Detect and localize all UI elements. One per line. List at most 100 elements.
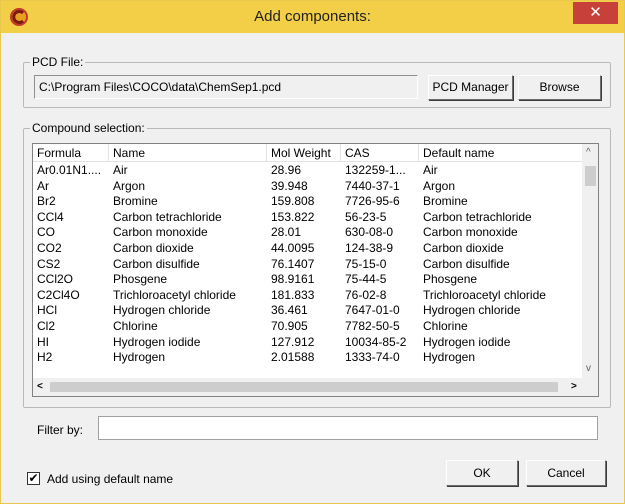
- cell-name: Carbon dioxide: [113, 240, 194, 255]
- title-bar[interactable]: Add components: ✕: [1, 1, 624, 33]
- pcd-file-label: PCD File:: [30, 55, 86, 69]
- cell-name: Hydrogen iodide: [113, 334, 201, 349]
- cancel-button[interactable]: Cancel: [526, 460, 606, 486]
- cell-formula: CO: [37, 225, 55, 240]
- cell-default-name: Carbon tetrachloride: [423, 209, 532, 224]
- scroll-left-icon[interactable]: <: [37, 381, 43, 392]
- column-header-name[interactable]: Name: [109, 144, 267, 162]
- add-default-name-label[interactable]: Add using default name: [47, 472, 173, 486]
- horizontal-scrollbar[interactable]: < >: [33, 378, 584, 396]
- vertical-scroll-thumb[interactable]: [585, 166, 596, 186]
- compound-selection-label: Compound selection:: [30, 121, 147, 135]
- pcd-manager-button[interactable]: PCD Manager: [428, 75, 513, 100]
- compound-row[interactable]: Br2 Bromine 159.808 7726-95-6 Bromine: [33, 194, 584, 210]
- compound-row[interactable]: HCl Hydrogen chloride 36.461 7647-01-0 Hydro…: [33, 303, 584, 319]
- cell-cas: 75-15-0: [345, 256, 387, 271]
- cell-cas: 75-44-5: [345, 272, 387, 287]
- cell-mol-weight: 159.808: [271, 194, 315, 209]
- add-default-name-checkbox[interactable]: ✔: [27, 472, 40, 485]
- vertical-scrollbar[interactable]: ^ v: [582, 144, 598, 380]
- cell-mol-weight: 39.948: [271, 178, 308, 193]
- cell-mol-weight: 2.01588: [271, 350, 315, 365]
- cell-formula: CCl2O: [37, 272, 74, 287]
- column-header-mol-weight[interactable]: Mol Weight: [267, 144, 341, 162]
- compound-selection-group: Compound selection: Formula Name Mol Wei…: [23, 121, 611, 408]
- compound-row[interactable]: CCl4 Carbon tetrachloride 153.822 56-23-5 Ca…: [33, 210, 584, 226]
- cell-default-name: Carbon monoxide: [423, 225, 518, 240]
- column-header-formula[interactable]: Formula: [33, 144, 109, 162]
- cell-formula: Br2: [37, 194, 56, 209]
- cell-formula: CCl4: [37, 209, 64, 224]
- cell-cas: 124-38-9: [345, 240, 394, 255]
- cell-default-name: Air: [423, 163, 438, 177]
- cell-mol-weight: 153.822: [271, 209, 315, 224]
- cell-default-name: Bromine: [423, 194, 468, 209]
- cell-name: Trichloroacetyl chloride: [113, 287, 236, 302]
- column-header-default-name[interactable]: Default name: [419, 144, 584, 162]
- cell-default-name: Hydrogen chloride: [423, 303, 521, 318]
- horizontal-scroll-thumb[interactable]: [50, 382, 558, 392]
- cell-cas: 76-02-8: [345, 287, 387, 302]
- cell-mol-weight: 36.461: [271, 303, 308, 318]
- cell-mol-weight: 181.833: [271, 287, 315, 302]
- cell-cas: 7647-01-0: [345, 303, 400, 318]
- compound-row[interactable]: CCl2O Phosgene 98.9161 75-44-5 Phosgene: [33, 272, 584, 288]
- add-components-dialog: Add components: ✕ PCD File: C:\Program F…: [0, 0, 625, 504]
- cell-cas: 630-08-0: [345, 225, 394, 240]
- pcd-file-group: PCD File: C:\Program Files\COCO\data\Che…: [23, 55, 611, 108]
- compound-row[interactable]: C2Cl4O Trichloroacetyl chloride 181.833 76-…: [33, 288, 584, 304]
- cell-mol-weight: 127.912: [271, 334, 315, 349]
- scrollbar-corner: [582, 378, 598, 396]
- close-button[interactable]: ✕: [573, 2, 618, 24]
- compound-row[interactable]: CO Carbon monoxide 28.01 630-08-0 Carbon mon…: [33, 225, 584, 241]
- cell-formula: Cl2: [37, 318, 56, 333]
- cell-mol-weight: 98.9161: [271, 272, 315, 287]
- cell-mol-weight: 76.1407: [271, 256, 315, 271]
- cell-name: Air: [113, 163, 128, 177]
- cell-name: Phosgene: [113, 272, 168, 287]
- compound-row[interactable]: HI Hydrogen iodide 127.912 10034-85-2 Hydrog…: [33, 335, 584, 351]
- ok-button[interactable]: OK: [446, 460, 518, 486]
- cell-cas: 7726-95-6: [345, 194, 400, 209]
- cell-cas: 1333-74-0: [345, 350, 400, 365]
- cell-cas: 7440-37-1: [345, 178, 400, 193]
- scroll-up-icon[interactable]: ^: [586, 147, 591, 158]
- cell-mol-weight: 28.96: [271, 163, 302, 177]
- compound-list-header: Formula Name Mol Weight CAS Default name: [33, 144, 584, 162]
- cell-default-name: Hydrogen iodide: [423, 334, 511, 349]
- cell-cas: 56-23-5: [345, 209, 387, 224]
- cell-name: Carbon disulfide: [113, 256, 200, 271]
- cell-default-name: Phosgene: [423, 272, 478, 287]
- compound-row[interactable]: Cl2 Chlorine 70.905 7782-50-5 Chlorine: [33, 319, 584, 335]
- pcd-path-field[interactable]: C:\Program Files\COCO\data\ChemSep1.pcd: [34, 75, 418, 99]
- column-header-cas[interactable]: CAS: [341, 144, 419, 162]
- cell-default-name: Trichloroacetyl chloride: [423, 287, 546, 302]
- compound-row[interactable]: CO2 Carbon dioxide 44.0095 124-38-9 Carbon d…: [33, 241, 584, 257]
- cell-cas: 10034-85-2: [345, 334, 407, 349]
- cell-formula: Ar0.01N1....: [37, 163, 102, 177]
- filter-label: Filter by:: [37, 423, 84, 437]
- cell-name: Argon: [113, 178, 146, 193]
- cell-name: Carbon tetrachloride: [113, 209, 222, 224]
- compound-row[interactable]: Ar0.01N1.... Air 28.96 132259-1... Air: [33, 163, 584, 179]
- filter-input[interactable]: [98, 416, 598, 440]
- cell-mol-weight: 70.905: [271, 318, 308, 333]
- compound-row[interactable]: H2 Hydrogen 2.01588 1333-74-0 Hydrogen: [33, 350, 584, 366]
- compound-row[interactable]: CS2 Carbon disulfide 76.1407 75-15-0 Carbon …: [33, 257, 584, 273]
- window-title: Add components:: [254, 8, 371, 25]
- cell-formula: CO2: [37, 240, 62, 255]
- scroll-right-icon[interactable]: >: [571, 381, 577, 392]
- cell-default-name: Carbon dioxide: [423, 240, 504, 255]
- cell-default-name: Hydrogen: [423, 350, 476, 365]
- cell-cas: 7782-50-5: [345, 318, 400, 333]
- cell-default-name: Chlorine: [423, 318, 468, 333]
- browse-button[interactable]: Browse: [518, 75, 601, 100]
- cell-formula: HI: [37, 334, 49, 349]
- cell-cas: 132259-1...: [345, 163, 406, 177]
- scroll-down-icon[interactable]: v: [586, 363, 591, 374]
- compound-list[interactable]: Formula Name Mol Weight CAS Default name…: [32, 143, 599, 397]
- cell-name: Chlorine: [113, 318, 158, 333]
- cell-mol-weight: 28.01: [271, 225, 302, 240]
- compound-row[interactable]: Ar Argon 39.948 7440-37-1 Argon: [33, 179, 584, 195]
- cell-name: Hydrogen chloride: [113, 303, 211, 318]
